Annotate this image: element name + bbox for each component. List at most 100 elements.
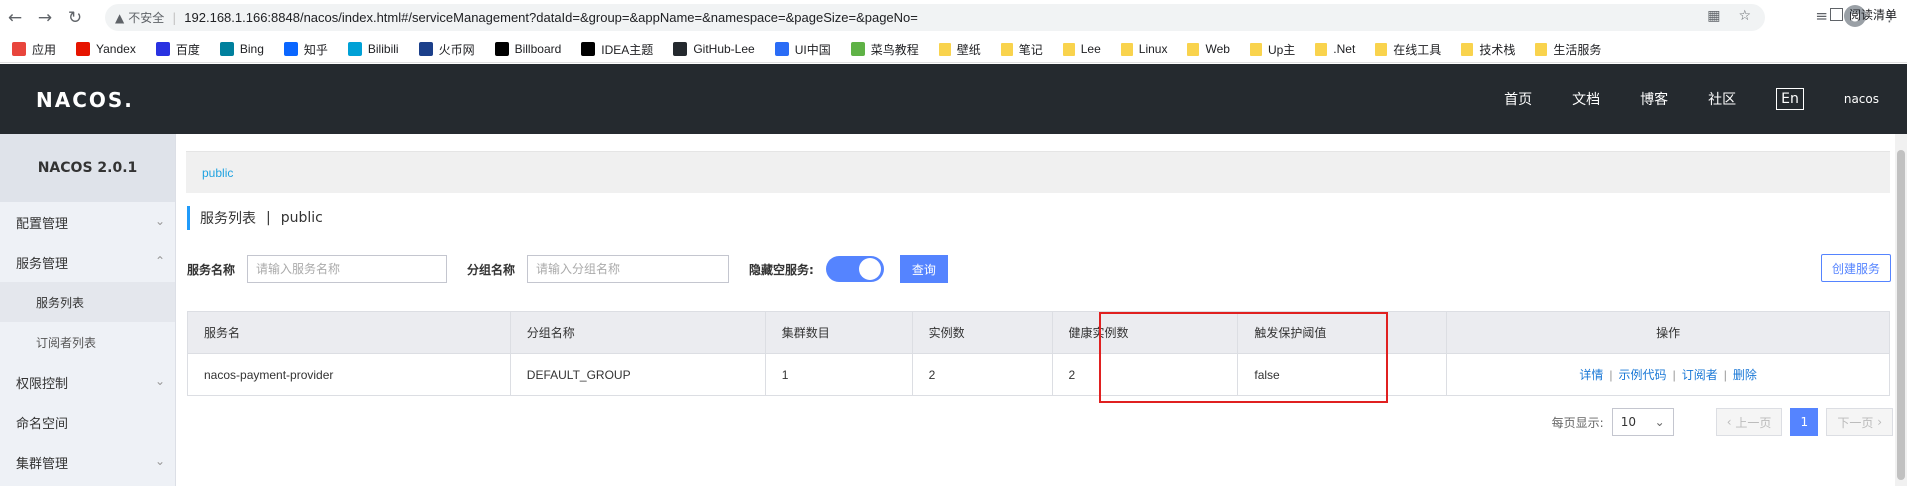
service-name-label: 服务名称 (187, 262, 236, 277)
bookmark-item[interactable]: 火币网 (418, 41, 475, 58)
folder-icon (1000, 42, 1013, 56)
reading-list-button[interactable]: 阅读清单 (1829, 6, 1897, 23)
group-name-input[interactable] (527, 255, 730, 283)
yandex-icon (76, 42, 91, 56)
bookmark-label: 生活服务 (1553, 42, 1602, 57)
bookmark-item[interactable]: .Net (1315, 42, 1355, 56)
bookmark-item[interactable]: Up主 (1249, 41, 1295, 58)
bookmark-item[interactable]: Lee (1062, 42, 1101, 56)
folder-icon (1062, 42, 1075, 56)
zhihu-icon (283, 42, 298, 56)
bookmark-item[interactable]: GitHub-Lee (673, 42, 755, 56)
per-page-select[interactable]: 10 ⌄ (1611, 408, 1674, 436)
pagination: 每页显示: 10 ⌄ ‹ 上一页 1 下一页 › (1552, 408, 1893, 436)
nav-community[interactable]: 社区 (1708, 89, 1736, 109)
baidu-paw-icon (155, 42, 170, 56)
sidebar-subitem-service-list[interactable]: 服务列表 (0, 282, 175, 322)
github-icon (673, 42, 688, 56)
bilibili-icon (347, 42, 362, 56)
bookmark-item[interactable]: 知乎 (283, 41, 328, 58)
bookmark-item[interactable]: 应用 (12, 41, 56, 58)
bookmark-item[interactable]: UI中国 (774, 41, 831, 58)
service-name-input[interactable] (247, 255, 448, 283)
op-divider: | (1723, 368, 1727, 382)
star-icon[interactable]: ☆ (1738, 8, 1751, 24)
op-delete-link[interactable]: 删除 (1733, 368, 1757, 382)
op-divider: | (1672, 368, 1676, 382)
nav-home[interactable]: 首页 (1504, 89, 1532, 109)
user-name[interactable]: nacos (1844, 92, 1879, 106)
media-list-icon[interactable]: ≡ (1815, 7, 1828, 25)
table-row: nacos-payment-provider DEFAULT_GROUP 1 2… (187, 353, 1890, 396)
back-icon[interactable]: ← (0, 3, 30, 33)
sidebar-item-label: 配置管理 (16, 216, 69, 232)
sidebar-subitem-subscribers[interactable]: 订阅者列表 (0, 322, 175, 362)
sidebar-item-namespace[interactable]: 命名空间 (0, 402, 175, 442)
bookmark-label: Billboard (514, 42, 562, 56)
bookmark-label: GitHub-Lee (693, 42, 755, 56)
op-subscribers-link[interactable]: 订阅者 (1682, 368, 1718, 382)
bing-icon (219, 42, 234, 56)
bookmark-item[interactable]: Yandex (76, 42, 136, 56)
page-scrollbar[interactable] (1895, 134, 1907, 486)
bookmark-item[interactable]: 菜鸟教程 (850, 41, 919, 58)
bookmark-item[interactable]: 壁纸 (938, 41, 981, 58)
bookmark-label: Linux (1138, 42, 1168, 56)
page-title: 服务列表 | public (187, 206, 323, 230)
filter-bar: 服务名称 分组名称 隐藏空服务: 查询 创建服务 (187, 254, 1891, 284)
create-service-button[interactable]: 创建服务 (1820, 254, 1891, 282)
col-service-name: 服务名 (187, 311, 511, 354)
bookmark-item[interactable]: 技术栈 (1461, 41, 1515, 58)
bookmark-item[interactable]: 笔记 (1000, 41, 1043, 58)
bookmark-item[interactable]: IDEA主题 (581, 41, 653, 58)
sidebar-item-cluster[interactable]: 集群管理 ⌄ (0, 442, 175, 482)
toggle-knob (858, 258, 881, 280)
sidebar-item-label: 集群管理 (16, 456, 69, 472)
page-number-current[interactable]: 1 (1790, 408, 1819, 436)
next-page-button[interactable]: 下一页 › (1826, 408, 1893, 436)
address-bar[interactable]: ▲ 不安全 | 192.168.1.166:8848/nacos/index.h… (105, 4, 1765, 31)
title-divider: | (266, 210, 271, 226)
address-divider: | (172, 10, 177, 25)
bookmark-item[interactable]: 生活服务 (1535, 41, 1601, 58)
bookmark-label: IDEA主题 (601, 42, 654, 57)
sidebar-item-auth[interactable]: 权限控制 ⌄ (0, 362, 175, 402)
nacos-logo[interactable]: NACOS. (36, 88, 134, 112)
query-button[interactable]: 查询 (899, 255, 948, 283)
bookmark-item[interactable]: 在线工具 (1375, 41, 1441, 58)
nav-docs[interactable]: 文档 (1572, 89, 1600, 109)
op-sample-code-link[interactable]: 示例代码 (1619, 368, 1667, 382)
apps-grid-icon (12, 42, 26, 56)
prev-page-button[interactable]: ‹ 上一页 (1715, 408, 1783, 436)
language-switch-button[interactable]: En (1776, 88, 1804, 110)
hide-empty-toggle[interactable] (825, 256, 884, 282)
page-title-namespace: public (280, 210, 323, 226)
namespace-public-link[interactable]: public (202, 166, 233, 180)
bookmark-item[interactable]: Web (1187, 42, 1230, 56)
translate-icon[interactable]: ▦ (1707, 8, 1720, 24)
cell-cluster-count: 1 (764, 353, 913, 396)
nav-blog[interactable]: 博客 (1640, 89, 1668, 109)
bookmark-item[interactable]: Linux (1120, 42, 1168, 56)
per-page-value: 10 (1620, 415, 1636, 429)
forward-icon[interactable]: → (30, 3, 60, 33)
op-divider: | (1609, 368, 1613, 382)
bookmark-item[interactable]: 百度 (155, 41, 200, 58)
scrollbar-thumb[interactable] (1897, 150, 1905, 480)
chevron-down-icon: ⌄ (154, 374, 165, 388)
col-operations: 操作 (1446, 311, 1890, 354)
op-details-link[interactable]: 详情 (1579, 368, 1603, 382)
folder-icon (938, 42, 951, 56)
url-text[interactable]: 192.168.1.166:8848/nacos/index.html#/ser… (184, 10, 918, 25)
col-cluster-count: 集群数目 (764, 311, 913, 354)
reload-icon[interactable]: ↻ (60, 3, 90, 33)
bookmark-item[interactable]: Bing (219, 42, 264, 56)
insecure-label: 不安全 (128, 11, 165, 25)
sidebar-item-service[interactable]: 服务管理 ⌃ (0, 242, 175, 282)
bookmark-item[interactable]: Billboard (494, 42, 562, 56)
bookmark-label: .Net (1333, 42, 1356, 56)
bookmark-item[interactable]: Bilibili (347, 42, 399, 56)
sidebar-item-config[interactable]: 配置管理 ⌄ (0, 202, 175, 242)
chevron-up-icon: ⌃ (154, 254, 165, 268)
reading-list-icon (1829, 8, 1843, 21)
